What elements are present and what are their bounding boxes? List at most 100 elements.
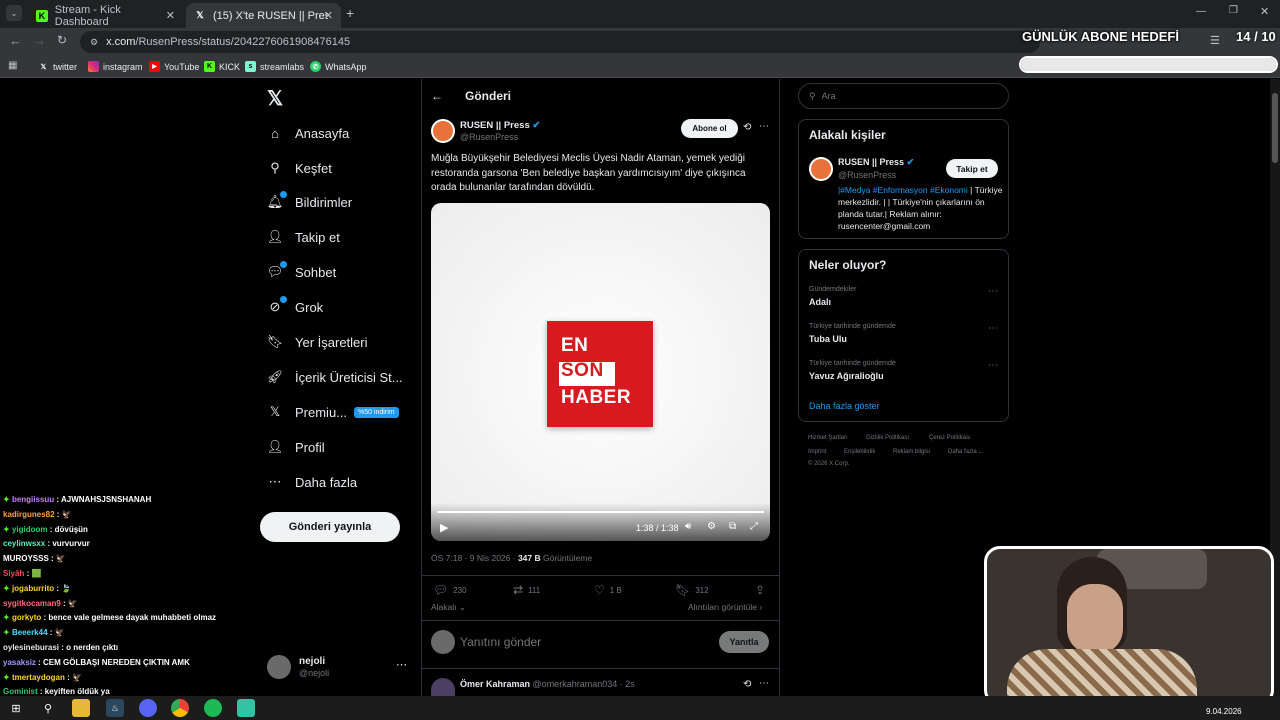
- windows-start-icon[interactable]: ⊞: [7, 699, 25, 717]
- spotify-icon[interactable]: [204, 699, 222, 717]
- nav-profile[interactable]: 👤︎ Profil: [266, 433, 325, 461]
- close-window-icon[interactable]: ✕: [1260, 5, 1269, 18]
- bookmark-twitter[interactable]: 𝕏twitter: [38, 61, 77, 72]
- fullscreen-icon[interactable]: ⤢: [750, 521, 758, 532]
- more-icon[interactable]: ⋯: [759, 121, 769, 132]
- back-arrow-icon[interactable]: ←: [431, 89, 443, 103]
- bookmark-button[interactable]: 🔖︎ 312: [675, 583, 709, 597]
- chat-text: vurvurvur: [52, 539, 90, 549]
- back-icon[interactable]: ←: [9, 33, 22, 48]
- x-logo-icon[interactable]: 𝕏: [267, 86, 283, 111]
- bookmark-youtube[interactable]: ▶ YouTube: [149, 61, 199, 72]
- chat-username[interactable]: sygitkocaman9: [3, 599, 61, 608]
- footer-link[interactable]: Erişilebilirlik: [844, 449, 875, 455]
- reply-button-submit[interactable]: Yanıtla: [719, 631, 769, 653]
- sort-dropdown[interactable]: Alakalı ⌄: [431, 602, 466, 613]
- author-avatar[interactable]: [431, 119, 455, 143]
- nav-premium[interactable]: 𝕏 Premiu... %50 indirim: [266, 398, 399, 426]
- more-icon[interactable]: ⋯: [988, 323, 998, 334]
- chat-username[interactable]: Siyâh: [3, 569, 24, 578]
- search-input[interactable]: [821, 91, 982, 101]
- discord-icon[interactable]: [139, 699, 157, 717]
- volume-icon[interactable]: 🔊︎: [685, 521, 691, 532]
- chat-username[interactable]: MUROYSSS: [3, 554, 49, 563]
- more-icon[interactable]: ⋯: [396, 658, 407, 671]
- steam-icon[interactable]: ♨: [106, 699, 124, 717]
- chat-username[interactable]: yigidoom: [12, 525, 48, 534]
- settings-icon[interactable]: ⚙: [707, 521, 716, 532]
- account-switcher[interactable]: nejoli @nejoli ⋯: [266, 653, 414, 683]
- related-avatar[interactable]: [809, 157, 833, 181]
- post-button[interactable]: Gönderi yayınla: [260, 512, 400, 542]
- chat-username[interactable]: jogaburrito: [12, 584, 54, 593]
- site-info-icon[interactable]: ⚙: [90, 37, 98, 48]
- like-button[interactable]: ♡ 1 B: [594, 583, 622, 597]
- nav-chat[interactable]: 💬︎ Sohbet: [266, 258, 336, 286]
- chat-username[interactable]: yasaksiz: [3, 658, 36, 667]
- more-icon[interactable]: ⋯: [759, 678, 769, 689]
- pip-icon[interactable]: ⧉: [729, 521, 736, 532]
- chat-username[interactable]: oylesineburasi: [3, 643, 59, 652]
- minimize-icon[interactable]: —: [1196, 6, 1206, 17]
- chat-username[interactable]: gorkyto: [12, 613, 41, 622]
- footer-link[interactable]: Imprint: [808, 449, 826, 455]
- close-tab-icon[interactable]: ✕: [324, 9, 333, 22]
- nav-follow[interactable]: 👤︎ Takip et: [266, 223, 340, 251]
- file-explorer-icon[interactable]: [72, 699, 90, 717]
- footer-link[interactable]: Reklam bilgisi: [893, 449, 930, 455]
- more-icon[interactable]: ⋯: [988, 360, 998, 371]
- apps-icon[interactable]: ▦: [8, 60, 17, 71]
- tab-search-button[interactable]: ⌄: [6, 5, 22, 21]
- nav-notifications[interactable]: 🔔︎ Bildirimler: [266, 188, 352, 216]
- grok-icon[interactable]: ⟲: [743, 122, 751, 133]
- grok-icon[interactable]: ⟲: [743, 679, 751, 690]
- reply-author-avatar[interactable]: [431, 678, 455, 696]
- bookmark-kick[interactable]: K KICK: [204, 61, 240, 72]
- chat-username[interactable]: ceylinwsxx: [3, 539, 45, 548]
- nav-grok[interactable]: ⊘ Grok: [266, 293, 323, 321]
- bookmark-instagram[interactable]: instagram: [88, 61, 143, 72]
- reply-input[interactable]: [460, 633, 700, 651]
- repost-button[interactable]: ⇄ 111: [513, 583, 540, 597]
- subscribe-button[interactable]: Abone ol: [681, 119, 738, 138]
- nav-creator-studio[interactable]: 🚀︎ İçerik Üreticisi St...: [266, 363, 403, 391]
- tab-x-post[interactable]: 𝕏 (15) X'te RUSEN || Press: "Muğla ✕: [186, 3, 341, 28]
- chat-username[interactable]: kadirgunes82: [3, 510, 55, 519]
- related-name[interactable]: RUSEN || Press ✔: [838, 157, 914, 168]
- bookmark-whatsapp[interactable]: ✆ WhatsApp: [310, 61, 367, 72]
- video-scrubber[interactable]: [437, 511, 764, 513]
- chrome-icon[interactable]: [171, 699, 189, 717]
- new-tab-button[interactable]: +: [346, 5, 354, 21]
- more-icon[interactable]: ⋯: [988, 286, 998, 297]
- tab-kick-dashboard[interactable]: K Stream - Kick Dashboard ✕: [28, 3, 183, 28]
- show-more-link[interactable]: Daha fazla göster: [809, 401, 880, 411]
- forward-icon[interactable]: →: [33, 33, 46, 48]
- follow-button[interactable]: Takip et: [946, 159, 998, 178]
- footer-link[interactable]: Hizmet Şartları: [808, 435, 848, 441]
- close-tab-icon[interactable]: ✕: [166, 9, 175, 22]
- menu-icon[interactable]: ☰: [1210, 34, 1220, 47]
- reply-button[interactable]: 💬︎ 230: [433, 583, 467, 597]
- play-icon[interactable]: ▶: [440, 521, 448, 534]
- search-box[interactable]: ⚲: [798, 83, 1009, 109]
- footer-link[interactable]: Çerez Politikası: [929, 435, 971, 441]
- nav-explore[interactable]: ⚲ Keşfet: [266, 154, 332, 182]
- streamlabs-icon[interactable]: [237, 699, 255, 717]
- nav-bookmarks[interactable]: 🔖︎ Yer İşaretleri: [266, 328, 368, 356]
- author-name[interactable]: RUSEN || Press ✔: [460, 120, 540, 131]
- address-bar[interactable]: ⚙ x.com/RusenPress/status/20422760619084…: [80, 31, 1040, 53]
- share-button[interactable]: ⇪: [755, 583, 770, 597]
- view-quotes-link[interactable]: Alıntıları görüntüle ›: [688, 602, 762, 612]
- reload-icon[interactable]: ↻: [57, 33, 67, 47]
- tweet-video[interactable]: EN SON HABER ▶ 1:38 / 1:38 🔊︎ ⚙ ⧉ ⤢: [431, 203, 770, 541]
- chat-username[interactable]: tmertaydogan: [12, 673, 65, 682]
- bookmark-streamlabs[interactable]: s streamlabs: [245, 61, 304, 72]
- maximize-icon[interactable]: ❐: [1229, 5, 1238, 16]
- nav-more[interactable]: ⋯ Daha fazla: [266, 468, 358, 496]
- footer-link[interactable]: Gizlilik Politikası: [866, 435, 909, 441]
- search-icon[interactable]: ⚲: [39, 699, 57, 717]
- nav-home[interactable]: ⌂ Anasayfa: [266, 119, 349, 147]
- chat-username[interactable]: bengiissuu: [12, 495, 54, 504]
- chat-username[interactable]: Beeerk44: [12, 628, 48, 637]
- footer-link[interactable]: Daha fazla ...: [948, 449, 983, 455]
